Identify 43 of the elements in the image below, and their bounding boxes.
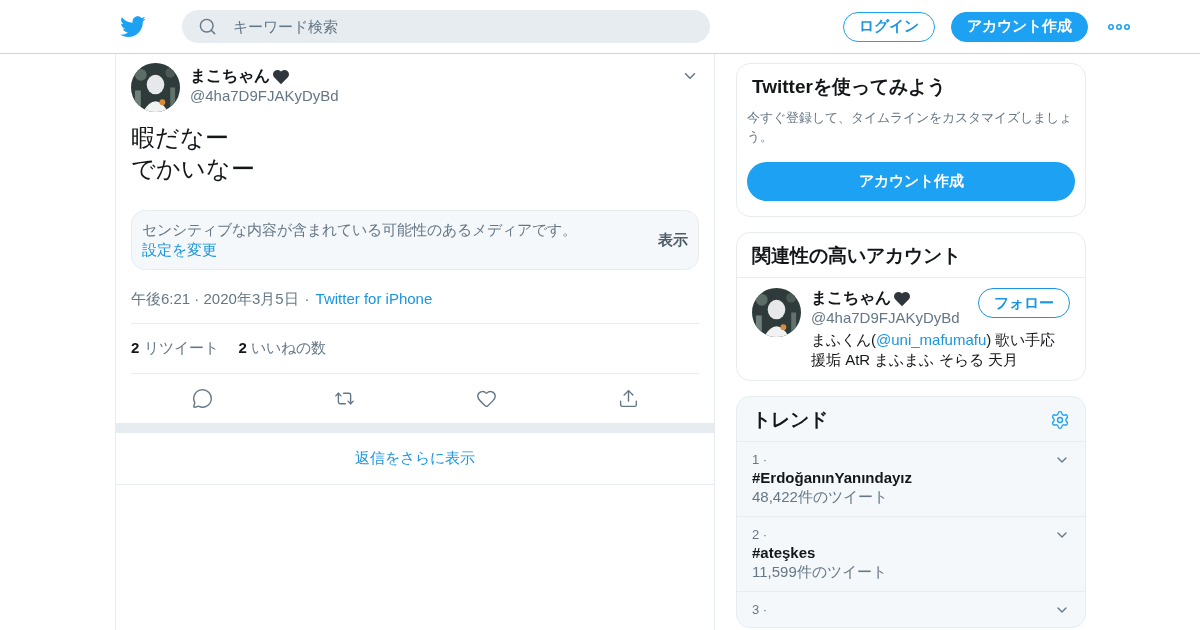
card-title: 関連性の高いアカウント [737,233,1085,278]
tweet-timestamp[interactable]: 午後6:21 · 2020年3月5日 [131,290,299,309]
like-icon[interactable] [475,388,497,409]
search-icon [198,17,217,36]
share-icon[interactable] [617,388,639,409]
trend-name[interactable]: #ateşkes [752,544,1054,561]
trends-title: トレンド [752,408,828,432]
settings-icon[interactable] [1050,410,1070,430]
separator: · [304,290,310,309]
account-name[interactable]: まこちゃん [811,288,891,309]
source-link[interactable]: Twitter for iPhone [315,290,433,309]
search-bar[interactable]: キーワード検索 [182,10,710,43]
author-name[interactable]: まこちゃん [190,66,270,87]
trend-rank: 2 · [752,527,769,542]
account-bio: まふくん(@uni_mafumafu) 歌い手応援垢 AtR まふまふ そらる 天月 [811,330,1057,370]
heart-icon [272,68,290,85]
reply-icon[interactable] [191,388,213,409]
stat-count[interactable]: 2 リツイート [131,339,219,358]
trend-rank: 1 · [752,452,769,467]
tweet-count: 48,422件のツイート [752,488,889,507]
tweet-count: 11,599件のツイート [752,563,888,582]
signup-text: 今すぐ登録して、タイムラインをカスタマイズしましょう。 [746,109,1073,146]
author-handle: @4ha7D9FJAKyDyBd [190,87,340,104]
tweet-text: 暇だなー [131,123,230,153]
follow-button[interactable]: フォロー [978,288,1070,318]
mention-link[interactable]: @uni_mafumafu [876,331,987,348]
trend-name[interactable]: #ErdoğanınYanındayız [752,469,1054,486]
card-title: Twitterを使ってみよう [751,75,947,99]
account-handle: @4ha7D9FJAKyDyBd [811,309,961,326]
bird-logo-icon[interactable] [120,15,146,38]
signup-button[interactable]: アカウント作成 [951,11,1088,42]
trend-rank: 3 · [752,602,769,617]
more-icon[interactable] [1108,23,1130,30]
heart-icon [893,290,911,307]
settings-link[interactable]: 設定を変更 [142,241,217,258]
tweet-text: でかいなー [131,154,256,184]
login-button[interactable]: ログイン [843,11,935,42]
more-replies-link[interactable]: 返信をさらに表示 [116,433,714,485]
notice-text: センシティブな内容が含まれている可能性のあるメディアです。 設定を変更 [142,220,578,260]
search-field[interactable]: キーワード検索 [231,17,694,36]
stat-count[interactable]: 2 いいねの数 [238,339,327,358]
signup-button[interactable]: アカウント作成 [747,162,1075,201]
show-button[interactable]: 表示 [658,230,688,250]
